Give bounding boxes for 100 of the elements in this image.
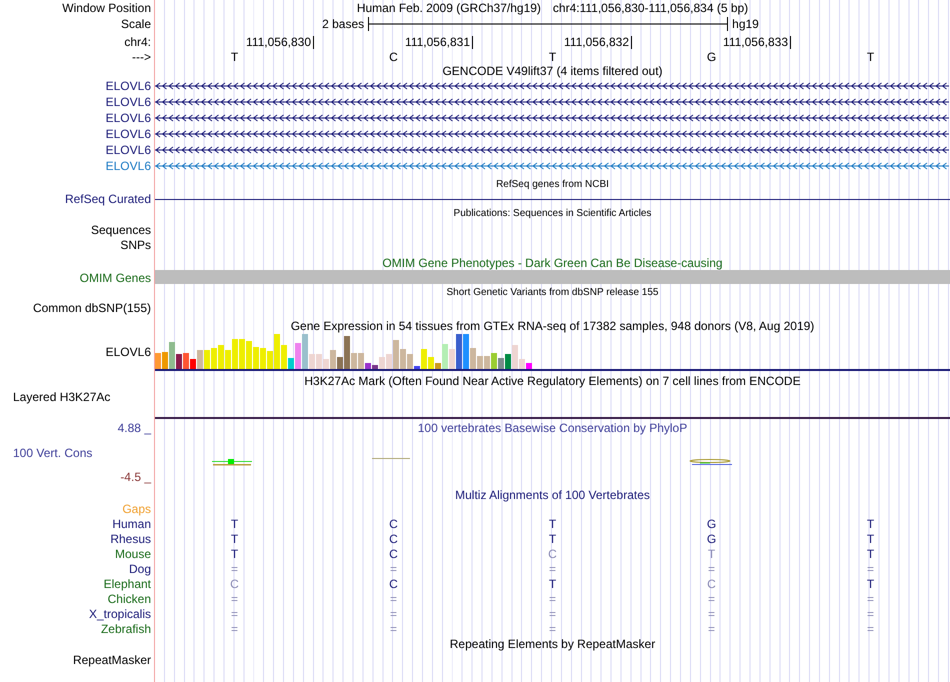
base-letter: C [389, 50, 398, 64]
aligned-base: T [866, 516, 874, 530]
species-label: X_tropicalis [88, 606, 151, 620]
gene-label[interactable]: ELOVL6 [106, 95, 151, 109]
aligned-base: = [390, 592, 397, 606]
track-label: Common dbSNP(155) [32, 300, 151, 314]
aligned-base: C [707, 576, 716, 590]
conservation-mark [372, 458, 410, 459]
ruler-label: 111,056,830 [246, 36, 311, 49]
conservation-mark [212, 459, 252, 466]
aligned-base: T [548, 576, 556, 590]
ruler-label: 111,056,833 [723, 36, 788, 49]
species-label: Dog [128, 562, 151, 576]
aligned-base: = [866, 606, 874, 620]
species-label: Zebrafish [100, 622, 151, 636]
track-title: GENCODE V49lift37 (4 items filtered out) [442, 64, 663, 78]
aligned-base: C [389, 532, 398, 546]
aligned-base: T [230, 546, 238, 560]
track-label: ---> [132, 50, 151, 64]
aligned-base: = [866, 562, 874, 576]
aligned-base: = [390, 562, 397, 576]
aligned-base: T [866, 546, 874, 560]
base-letter: T [230, 50, 238, 64]
aligned-base: T [708, 546, 716, 560]
gene-label[interactable]: ELOVL6 [106, 111, 151, 125]
track-label: OMIM Genes [80, 270, 151, 284]
aligned-base: C [389, 516, 398, 530]
track-label: Gaps [122, 502, 151, 516]
track-label: Sequences [90, 222, 151, 236]
aligned-base: = [708, 562, 715, 576]
track-label: Layered H3K27Ac [13, 390, 110, 404]
aligned-base: = [230, 562, 238, 576]
track-title: Repeating Elements by RepeatMasker [450, 637, 656, 651]
species-label: Chicken [108, 592, 151, 606]
ruler-tick [472, 36, 473, 49]
base-letter: T [548, 50, 556, 64]
track-title: Short Genetic Variants from dbSNP release 155 [446, 286, 658, 300]
aligned-base: T [548, 516, 556, 530]
aligned-base: C [389, 576, 398, 590]
track-label: ELOVL6 [106, 345, 151, 359]
species-label: Rhesus [110, 532, 151, 546]
axis-min-label: -4.5 _ [120, 470, 151, 484]
aligned-base: = [708, 622, 715, 636]
aligned-base: = [230, 606, 238, 620]
track-title: RefSeq genes from NCBI [496, 178, 609, 192]
aligned-base: = [230, 622, 238, 636]
aligned-base: C [230, 576, 239, 590]
species-label: Mouse [114, 546, 151, 560]
aligned-base: T [230, 516, 238, 530]
aligned-base: T [230, 532, 238, 546]
base-letter: G [706, 50, 716, 64]
gene-label[interactable]: ELOVL6 [106, 143, 151, 157]
track-title: OMIM Gene Phenotypes - Dark Green Can Be Disease-causing [382, 256, 723, 270]
gene-label[interactable]: ELOVL6 [106, 79, 151, 93]
aligned-base: = [390, 606, 397, 620]
aligned-base: G [706, 532, 716, 546]
aligned-base: = [230, 592, 238, 606]
aligned-base: = [866, 592, 874, 606]
aligned-base: C [389, 546, 398, 560]
scale-text: 2 bases [322, 17, 364, 31]
species-label: Elephant [104, 576, 151, 590]
track-label: Window Position [62, 1, 151, 15]
scale-text: hg19 [732, 17, 759, 31]
position-title: chr4:111,056,830-111,056,834 (5 bp) [552, 1, 748, 15]
gene-label[interactable]: ELOVL6 [106, 127, 151, 141]
aligned-base: = [866, 622, 874, 636]
aligned-base: T [548, 532, 556, 546]
ruler-label: 111,056,832 [564, 36, 629, 49]
aligned-base: = [548, 622, 556, 636]
aligned-base: = [708, 592, 715, 606]
ruler-label: 111,056,831 [405, 36, 470, 49]
aligned-base: G [706, 516, 716, 530]
aligned-base: = [708, 606, 715, 620]
track-title: Multiz Alignments of 100 Vertebrates [455, 488, 650, 502]
track-title: H3K27Ac Mark (Often Found Near Active Regulatory Elements) on 7 cell lines from ENCODE [304, 374, 801, 388]
ruler-tick [790, 36, 791, 49]
ruler-tick [313, 36, 314, 49]
track-label: 100 Vert. Cons [13, 446, 92, 460]
track-label: SNPs [120, 238, 151, 252]
track-title: Publications: Sequences in Scientific Articles [454, 207, 652, 221]
ruler-tick [631, 36, 632, 49]
base-letter: T [866, 50, 874, 64]
aligned-base: T [866, 576, 874, 590]
aligned-base: C [548, 546, 557, 560]
track-title: 100 vertebrates Basewise Conservation by PhyloP [418, 421, 688, 435]
aligned-base: = [548, 606, 556, 620]
species-label: Human [112, 516, 151, 530]
track-label: chr4: [124, 35, 151, 49]
aligned-base: = [548, 562, 556, 576]
axis-max-label: 4.88 _ [118, 421, 151, 435]
track-label: RepeatMasker [72, 652, 151, 666]
aligned-base: = [548, 592, 556, 606]
track-title: Gene Expression in 54 tissues from GTEx RNA-seq of 17382 samples, 948 donors (V8, Aug 2019) [290, 319, 814, 333]
aligned-base: = [390, 622, 397, 636]
track-label: RefSeq Curated [64, 192, 151, 206]
aligned-base: T [866, 532, 874, 546]
track-label: Scale [120, 17, 151, 31]
assembly-title: Human Feb. 2009 (GRCh37/hg19) [356, 1, 541, 15]
gene-label[interactable]: ELOVL6 [106, 159, 151, 173]
conservation-mark [690, 459, 732, 465]
